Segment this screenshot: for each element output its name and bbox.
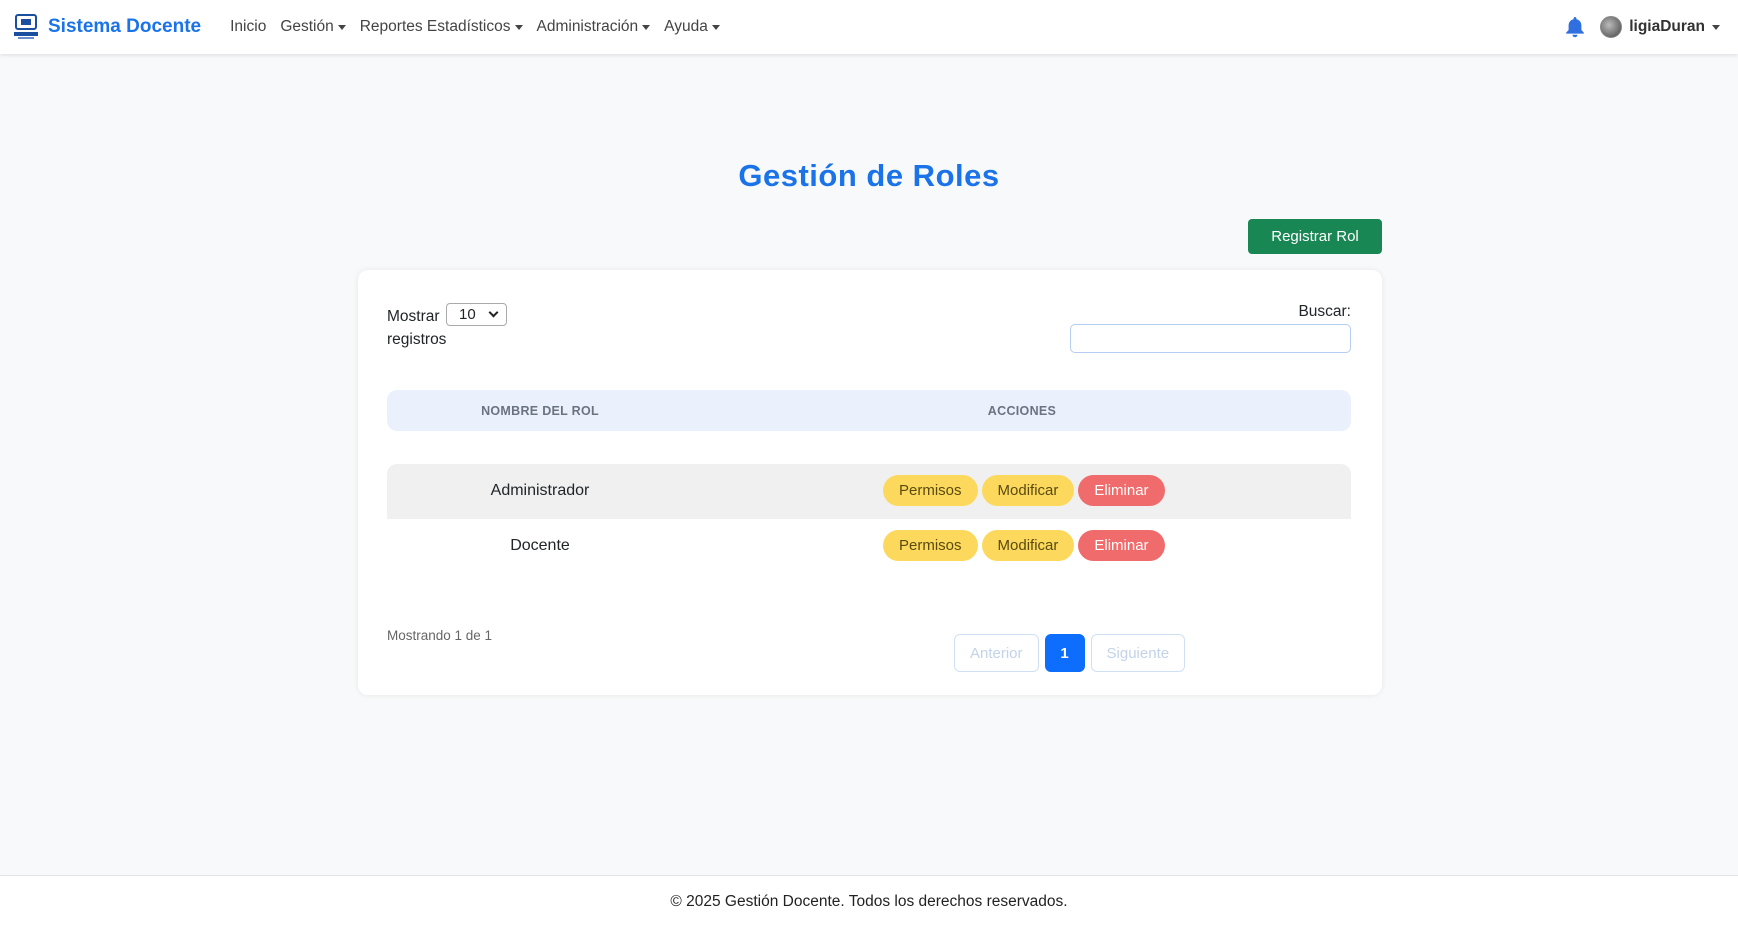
role-name: Administrador xyxy=(490,481,590,499)
nav-link-administracion[interactable]: Administración xyxy=(530,18,658,36)
length-label-before: Mostrar xyxy=(387,308,440,325)
register-role-button[interactable]: Registrar Rol xyxy=(1248,219,1382,254)
next-page-button[interactable]: Siguiente xyxy=(1090,634,1186,672)
nav-link-label: Inicio xyxy=(230,18,267,35)
caret-down-icon xyxy=(1712,24,1720,30)
table-row: Docente Permisos Modificar Eliminar xyxy=(387,519,1351,574)
length-label-after: registros xyxy=(387,331,447,348)
page-title: Gestión de Roles xyxy=(738,158,1000,193)
username: ligiaDuran xyxy=(1629,18,1705,35)
nav-right: ligiaDuran xyxy=(1564,0,1720,54)
table-row: Administrador Permisos Modificar Elimina… xyxy=(387,464,1351,519)
row-actions: Permisos Modificar Eliminar xyxy=(883,475,1165,506)
nav-link-reportes[interactable]: Reportes Estadísticos xyxy=(353,18,530,36)
page-length-select[interactable]: 10 xyxy=(446,303,507,326)
pagination: Anterior 1 Siguiente xyxy=(954,634,1186,672)
column-header-name[interactable]: NOMBRE DEL ROL xyxy=(387,390,693,431)
nav-link-label: Ayuda xyxy=(664,18,708,35)
table-header: NOMBRE DEL ROL ACCIONES xyxy=(387,390,1351,431)
page-1-button[interactable]: 1 xyxy=(1044,634,1085,672)
caret-down-icon xyxy=(711,24,720,30)
footer: © 2025 Gestión Docente. Todos los derech… xyxy=(0,875,1738,928)
previous-page-button[interactable]: Anterior xyxy=(954,634,1039,672)
nav-link-label: Gestión xyxy=(280,18,334,35)
caret-down-icon xyxy=(514,24,523,30)
search-label: Buscar: xyxy=(1298,303,1351,320)
nav-link-label: Reportes Estadísticos xyxy=(359,18,511,35)
nav-link-inicio[interactable]: Inicio xyxy=(223,18,273,36)
table-info: Mostrando 1 de 1 xyxy=(387,628,493,643)
page-length-value: 10 xyxy=(459,306,476,323)
nav-link-gestion[interactable]: Gestión xyxy=(273,18,352,36)
permissions-button[interactable]: Permisos xyxy=(883,530,978,561)
roles-card: Mostrar registros 10 Buscar: NOMBRE DEL … xyxy=(358,270,1382,695)
role-name: Docente xyxy=(510,536,570,554)
permissions-button[interactable]: Permisos xyxy=(883,475,978,506)
user-menu[interactable]: ligiaDuran xyxy=(1600,16,1720,38)
column-header-actions: ACCIONES xyxy=(987,403,1057,418)
avatar xyxy=(1600,16,1623,38)
delete-button[interactable]: Eliminar xyxy=(1078,475,1165,506)
nav-link-label: Administración xyxy=(536,18,639,35)
nav-links: Inicio Gestión Reportes Estadísticos Adm… xyxy=(223,18,727,36)
delete-button[interactable]: Eliminar xyxy=(1078,530,1165,561)
brand-name: Sistema Docente xyxy=(48,16,202,37)
top-navbar: Sistema Docente Inicio Gestión Reportes … xyxy=(0,0,1738,54)
footer-text: © 2025 Gestión Docente. Todos los derech… xyxy=(670,893,1068,910)
uptaeb-logo-icon xyxy=(12,13,40,41)
modify-button[interactable]: Modificar xyxy=(981,530,1075,561)
caret-down-icon xyxy=(337,24,346,30)
row-actions: Permisos Modificar Eliminar xyxy=(883,530,1165,561)
nav-link-ayuda[interactable]: Ayuda xyxy=(657,18,727,36)
brand[interactable]: Sistema Docente xyxy=(12,13,201,41)
chevron-down-icon xyxy=(488,307,499,318)
caret-down-icon xyxy=(642,24,651,30)
bell-icon[interactable] xyxy=(1564,15,1586,39)
modify-button[interactable]: Modificar xyxy=(981,475,1075,506)
search-input[interactable] xyxy=(1070,324,1351,353)
length-label: Mostrar registros xyxy=(387,305,446,351)
